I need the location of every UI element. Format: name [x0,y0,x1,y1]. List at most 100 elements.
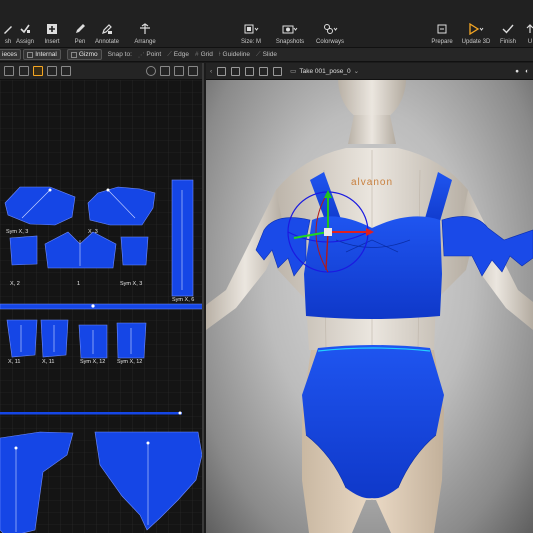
colorways-button[interactable]: Colorways [314,0,346,48]
pattern-piece-waistband [0,412,182,415]
grid-view-icon[interactable] [188,66,198,76]
brush-button[interactable]: sh [0,0,16,48]
piece-label-strap: Sym X, 6 [172,297,194,303]
annotate-icon [97,18,117,40]
insert-icon [42,18,62,40]
point-icon: ⋰ [137,51,145,59]
display-icon[interactable]: ◐ [525,68,529,75]
take-icon: ▭ [290,68,297,75]
snapshots-button[interactable]: Snapshots [274,0,306,48]
render-sphere-icon[interactable]: ● [515,68,519,75]
snap-guideline[interactable]: ⟊ Guideline [219,51,250,59]
edge-icon: ⟋ [167,50,172,58]
pen-icon [70,18,90,40]
piece-label-cup-left: Sym X, 3 [6,229,28,235]
stack-tool-icon[interactable] [47,66,57,76]
internal-label: Internal [35,51,57,58]
prepare-label: Prepare [431,39,453,45]
snap-slide[interactable]: ⟋ Slide [256,51,277,59]
snap-slide-label: Slide [262,51,278,58]
take-selector[interactable]: Take 001_pose_0 [299,68,350,75]
3d-scene[interactable]: alvanon [206,80,533,533]
pattern-canvas[interactable]: Sym X, 3 X, 3 Sym X, 6 X, 2 1 Sym X, 3 X… [0,80,204,533]
prepare-button[interactable]: Prepare [429,0,455,48]
gizmo-label: Gizmo [78,51,98,58]
select-tool-icon[interactable] [4,66,14,76]
annotate-label: Annotate [94,39,120,45]
pattern-toolbar [0,63,202,80]
size-icon [241,18,261,40]
pen-label: Pen [74,39,86,45]
colorways-label: Colorways [315,39,344,45]
pieces-toggle[interactable]: ieces [0,49,22,60]
back-arrow-icon[interactable]: ‹ [210,68,212,75]
gizmo-icon [70,51,77,58]
snap-toolbar: ieces Internal Gizmo Snap to: ⋰ Point ⟋ Ed… [0,48,533,62]
layout-tool-icon[interactable] [19,66,29,76]
pattern-piece-strap [171,179,194,297]
update-3d-button[interactable]: Update 3D [459,0,493,48]
brush-label: sh [4,39,12,45]
snap-point[interactable]: ⋰ Point [138,51,161,59]
piece-label-side-right: Sym X, 3 [120,281,142,287]
pen-button[interactable]: Pen [71,0,89,48]
camera-icon[interactable] [273,66,283,76]
piece-label-sleeve-4: Sym X, 12 [117,359,142,365]
piece-label-sleeve-3: Sym X, 12 [80,359,105,365]
insert-button[interactable]: Insert [43,0,61,48]
piece-label-sleeve-2: X, 11 [42,359,54,365]
prepare-icon [432,18,452,40]
snap-grid-label: Grid [200,51,213,58]
pattern-piece-sleeve-4 [116,322,147,359]
texture-icon[interactable] [231,66,241,76]
gizmo-toggle[interactable]: Gizmo [66,49,102,60]
chevron-down-icon[interactable]: ⌄ [354,67,359,75]
snap-edge[interactable]: ⟋ Edge [167,51,189,59]
avatar-logo: alvanon [351,177,393,188]
upload-label: U [527,39,533,45]
size-label: Size: M [240,39,261,45]
avatar-icon[interactable] [245,66,255,76]
upload-icon [520,18,533,40]
guideline-icon: ⟊ [218,50,221,58]
piece-label-center-front: 1 [77,281,80,287]
pattern-piece-underband [0,303,202,310]
assign-button[interactable]: Assign [16,0,34,48]
assign-icon [15,18,35,40]
snapshots-icon [280,18,300,40]
update-3d-label: Update 3D [461,39,491,45]
internal-icon [27,51,34,58]
piece-label-side-left: X, 2 [10,281,20,287]
snap-to-label: Snap to: [107,51,132,58]
light-icon[interactable] [259,66,269,76]
snap-guideline-label: Guideline [222,51,250,58]
upload-button[interactable]: U [525,0,533,48]
pattern-2d-panel[interactable]: Sym X, 3 X, 3 Sym X, 6 X, 2 1 Sym X, 3 X… [0,63,204,533]
snapshots-label: Snapshots [275,39,305,45]
finish-button[interactable]: Finish [497,0,519,48]
annotate-button[interactable]: Annotate [94,0,120,48]
play-icon [466,18,486,40]
slide-icon: ⟋ [256,50,261,58]
view-3d-panel[interactable]: ‹ ▭ Take 001_pose_0 ⌄ ● ◐ alvanon [206,63,533,533]
grid-icon: # [194,51,199,58]
pattern-piece-sleeve-1 [6,319,38,358]
internal-toggle[interactable]: Internal [23,49,61,60]
pattern-piece-side-left [9,235,38,266]
arrange-icon [135,18,155,40]
zoom-fit-icon[interactable] [160,66,170,76]
view-mode-icon[interactable] [217,66,227,76]
insert-label: Insert [44,39,60,45]
transform-tool-icon[interactable] [61,66,71,76]
view-3d-toolbar: ‹ ▭ Take 001_pose_0 ⌄ ● ◐ [206,63,533,80]
size-button[interactable]: Size: M [237,0,265,48]
finish-label: Finish [499,39,516,45]
snap-grid[interactable]: # Grid [195,51,213,58]
snap-point-label: Point [146,51,162,58]
zoom-area-icon[interactable] [174,66,184,76]
piece-label-sleeve-1: X, 11 [8,359,20,365]
zoom-in-icon[interactable] [146,66,156,76]
snap-edge-label: Edge [173,51,189,58]
active-tool-icon[interactable] [33,66,43,76]
arrange-button[interactable]: Arrange [133,0,157,48]
